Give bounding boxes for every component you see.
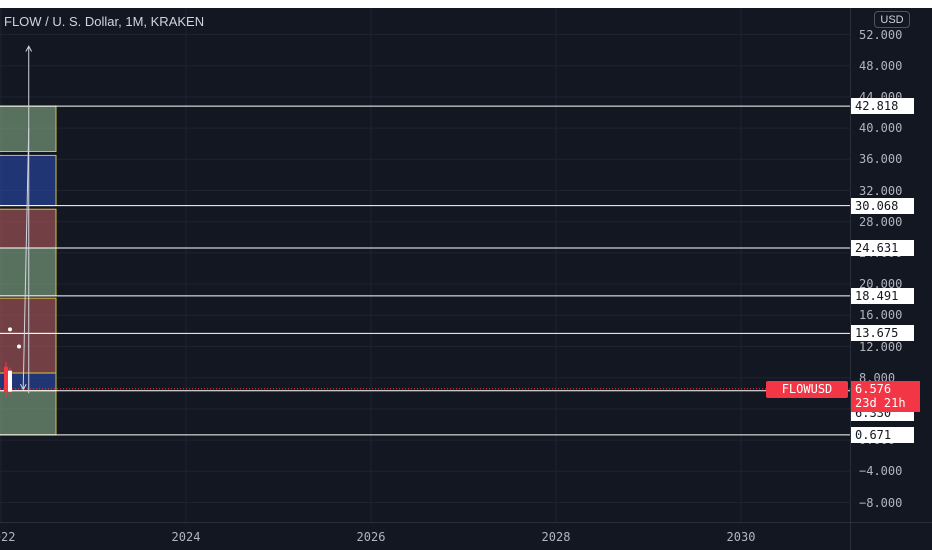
chart-settings-corner[interactable] bbox=[850, 522, 932, 550]
level-price-tag: 42.818 bbox=[851, 98, 914, 115]
chart-plot-area[interactable]: FLOW / U. S. Dollar, 1M, KRAKEN FLOWUSD bbox=[0, 8, 850, 522]
last-price-value: 6.576 bbox=[855, 381, 892, 396]
price-tick-label: 32.000 bbox=[859, 183, 903, 198]
time-tick-label: 2030 bbox=[726, 530, 756, 544]
zone-box bbox=[0, 332, 57, 374]
chart-title: FLOW / U. S. Dollar, 1M, KRAKEN bbox=[4, 14, 205, 29]
marker-dot bbox=[17, 344, 21, 349]
zone-box bbox=[0, 208, 57, 249]
time-tick-label: 2026 bbox=[356, 530, 386, 544]
price-tick-label: −8.000 bbox=[859, 495, 903, 510]
candle-body bbox=[4, 366, 8, 392]
time-scale[interactable]: 2022 2024 2026 2028 2030 bbox=[0, 522, 850, 550]
bar-countdown: 23d 21h bbox=[855, 395, 906, 410]
tradingview-chart-window: FLOW / U. S. Dollar, 1M, KRAKEN FLOWUSD … bbox=[0, 0, 932, 550]
candle-body bbox=[8, 370, 12, 392]
zone-box bbox=[0, 390, 57, 436]
price-tick-label: 52.000 bbox=[859, 27, 903, 42]
price-scale[interactable]: USD 56.00052.00048.00044.00040.00036.000… bbox=[850, 8, 932, 522]
last-price-tag: 6.576 23d 21h bbox=[851, 380, 920, 412]
marker-dot bbox=[8, 327, 12, 332]
zone-box bbox=[0, 247, 57, 297]
price-tick-label: −4.000 bbox=[859, 464, 903, 479]
level-price-tag: 0.671 bbox=[851, 426, 914, 443]
level-price-tag: 24.631 bbox=[851, 239, 914, 256]
price-tick-label: 28.000 bbox=[859, 214, 903, 229]
price-tick-label: 56.000 bbox=[859, 8, 902, 10]
time-tick-label: 2024 bbox=[171, 530, 201, 544]
symbol-price-tag: FLOWUSD bbox=[766, 380, 848, 398]
chart-canvas[interactable] bbox=[0, 8, 850, 522]
price-tick-label: 12.000 bbox=[859, 339, 903, 354]
currency-button[interactable]: USD bbox=[874, 11, 910, 28]
price-tick-label: 16.000 bbox=[859, 308, 903, 323]
level-price-tag: 13.675 bbox=[851, 325, 914, 342]
price-tick-label: 40.000 bbox=[859, 121, 903, 136]
level-price-tag: 18.491 bbox=[851, 287, 914, 304]
price-tick-label: 36.000 bbox=[859, 152, 903, 167]
level-price-tag: 30.068 bbox=[851, 197, 914, 214]
time-tick-label: 2028 bbox=[541, 530, 571, 544]
time-tick-label: 2022 bbox=[0, 530, 16, 544]
price-tick-label: 48.000 bbox=[859, 58, 903, 73]
